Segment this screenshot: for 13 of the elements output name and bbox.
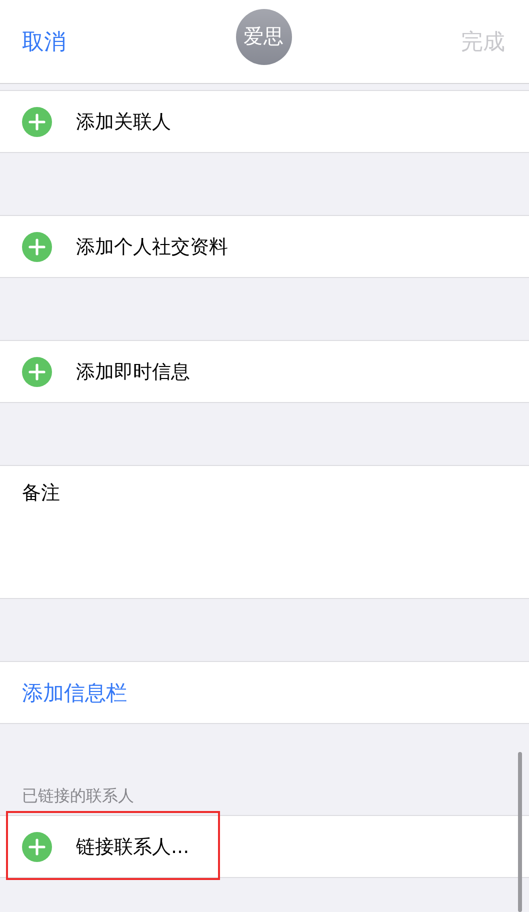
- add-icon[interactable]: [22, 356, 52, 386]
- add-item-label[interactable]: 添加关联人: [76, 108, 171, 134]
- section-header: 已链接的联系人: [21, 786, 135, 807]
- add-item-label[interactable]: 链接联系人...: [76, 834, 190, 860]
- add-icon[interactable]: [22, 232, 52, 262]
- notes-label: 备注: [22, 481, 60, 506]
- add-item-label[interactable]: 添加个人社交资料: [76, 234, 228, 260]
- add-field-link[interactable]: 添加信息栏: [0, 661, 529, 724]
- add-icon[interactable]: [22, 106, 52, 136]
- notes-field[interactable]: 备注: [0, 465, 529, 599]
- add-icon[interactable]: [22, 832, 52, 862]
- cancel-button[interactable]: 取消: [22, 26, 66, 56]
- add-item-label[interactable]: 添加即时信息: [76, 358, 190, 384]
